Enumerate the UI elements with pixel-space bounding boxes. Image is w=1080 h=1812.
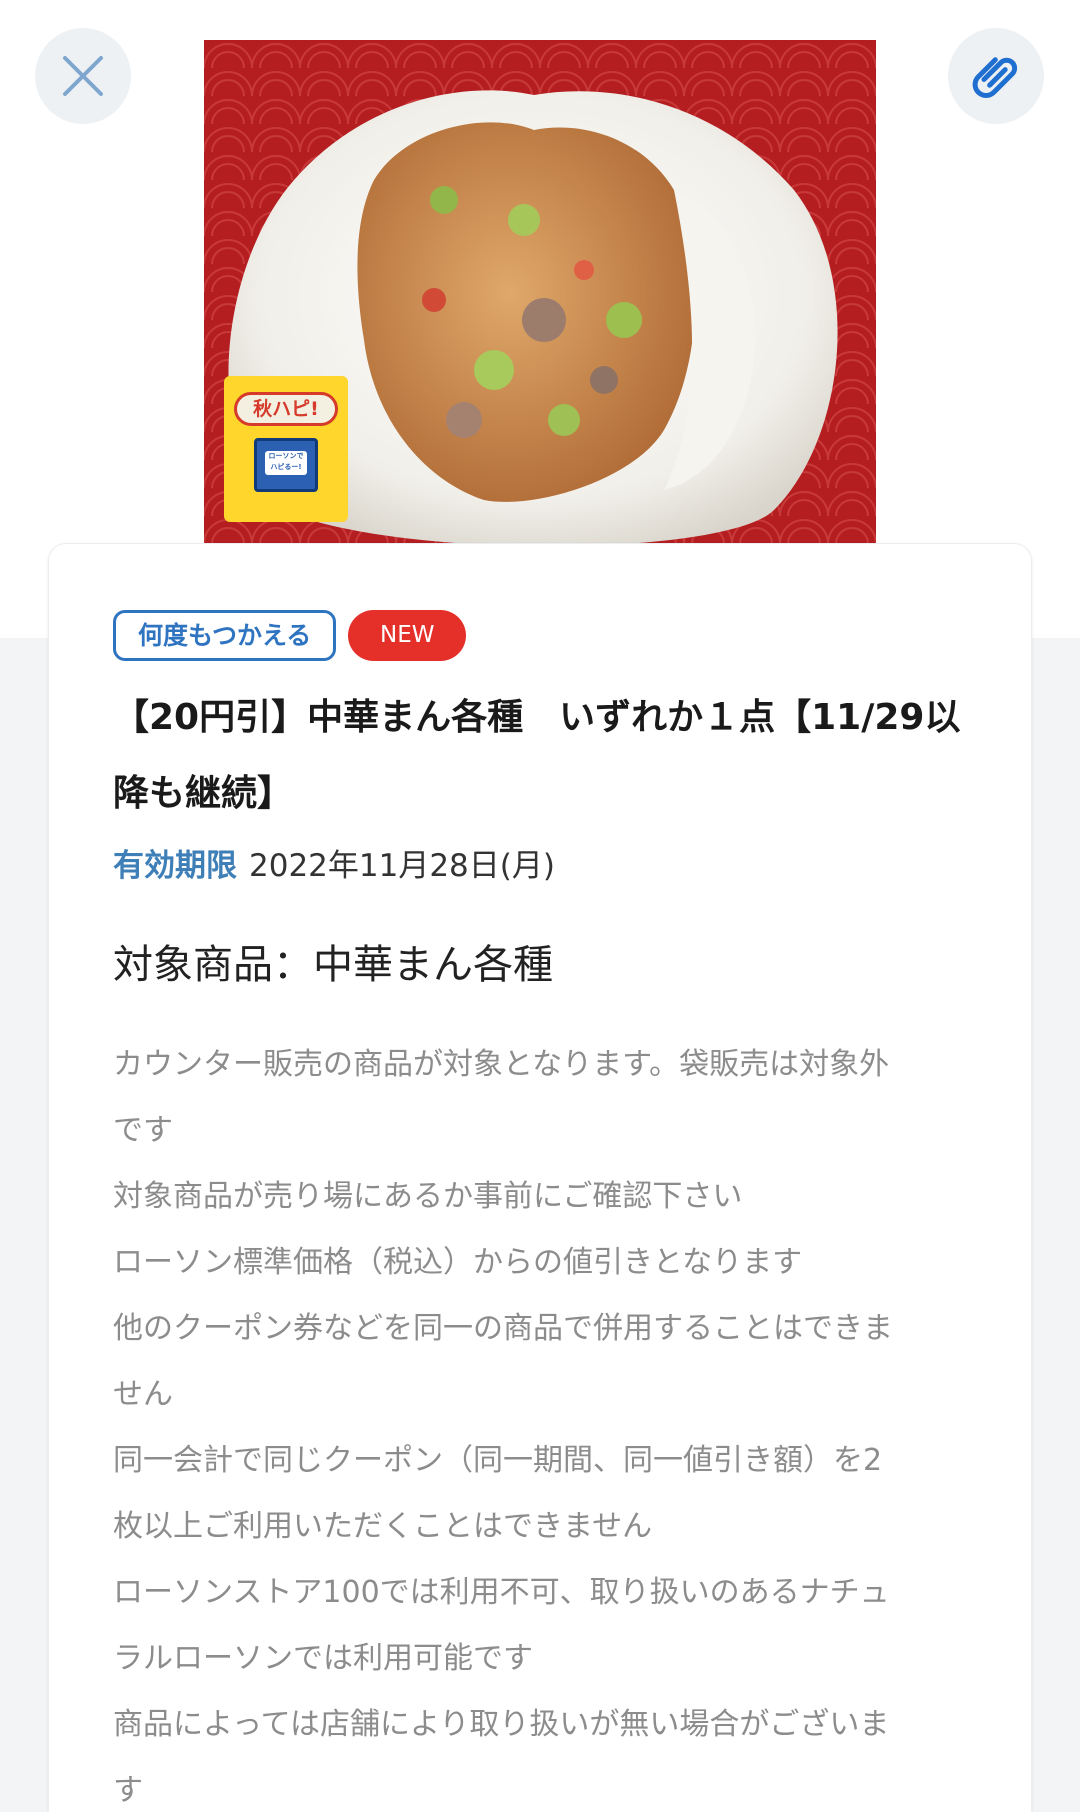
note-item: 他のクーポン券などを同一の商品で併用することはできません bbox=[113, 1311, 893, 1412]
validity-date: 2022年11月28日(月) bbox=[249, 848, 555, 884]
new-badge: NEW bbox=[348, 610, 467, 661]
reusable-tag: 何度もつかえる bbox=[113, 610, 337, 661]
close-button[interactable] bbox=[35, 28, 131, 124]
note-item: 商品によっては店舗により取り扱いが無い場合がございます bbox=[113, 1707, 890, 1808]
note-item: ローソンストア100では利用不可、取り扱いのあるナチュラルローソンでは利用可能で… bbox=[113, 1575, 890, 1676]
note-item: ローソン標準価格（税込）からの値引きとなります bbox=[113, 1245, 803, 1280]
target-product: 対象商品：中華まん各種 bbox=[113, 942, 553, 988]
shopping-bag-icon: ローソンで ハピるー! bbox=[254, 438, 318, 492]
close-icon bbox=[63, 56, 103, 96]
coupon-notes: カウンター販売の商品が対象となります。袋販売は対象外です 対象商品が売り場にある… bbox=[113, 1032, 909, 1812]
tag-row: 何度もつかえる NEW bbox=[113, 610, 467, 661]
paperclip-icon bbox=[972, 57, 1018, 98]
coupon-title: 【20円引】中華まん各種 いずれか１点【11/29以降も継続】 bbox=[113, 697, 961, 814]
coupon-detail-screen: 秋ハピ! ローソンで ハピるー! 何度もつかえる NEW 【20円引】中華まん各… bbox=[0, 0, 1080, 1812]
badge-bag-text: ローソンで ハピるー! bbox=[265, 451, 307, 475]
validity-label: 有効期限 bbox=[113, 848, 237, 884]
note-item: カウンター販売の商品が対象となります。袋販売は対象外です bbox=[113, 1047, 890, 1148]
note-item: 同一会計で同じクーポン（同一期間、同一値引き額）を2枚以上ご利用いただくことはで… bbox=[113, 1443, 883, 1544]
validity-row: 有効期限 2022年11月28日(月) bbox=[113, 846, 555, 886]
note-item: 対象商品が売り場にあるか事前にご確認下さい bbox=[113, 1179, 743, 1214]
coupon-card: 何度もつかえる NEW 【20円引】中華まん各種 いずれか１点【11/29以降も… bbox=[48, 543, 1032, 1812]
autumn-campaign-badge: 秋ハピ! ローソンで ハピるー! bbox=[224, 376, 348, 522]
clip-coupon-button[interactable] bbox=[948, 28, 1044, 124]
badge-label: 秋ハピ! bbox=[234, 392, 338, 426]
